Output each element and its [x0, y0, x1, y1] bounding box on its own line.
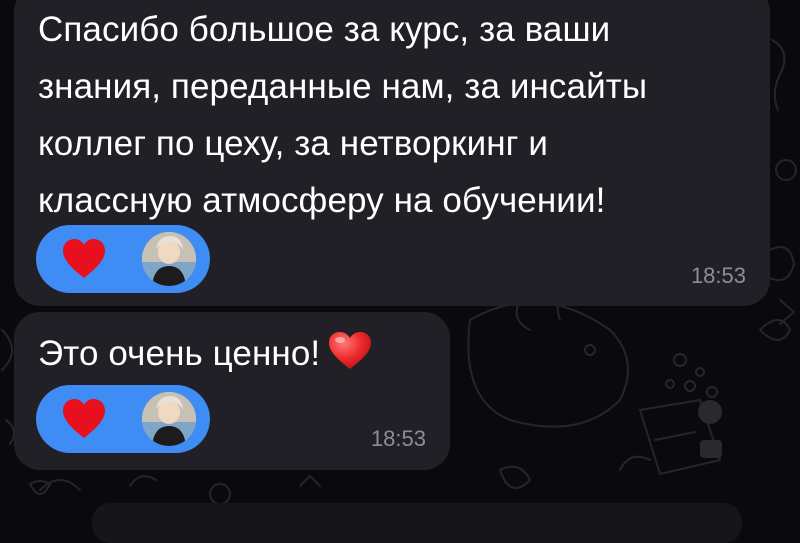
message-time: 18:53	[370, 426, 426, 451]
message-bubble[interactable]: Спасибо большое за курс, за ваши знания,…	[14, 0, 770, 306]
avatar[interactable]	[142, 232, 196, 286]
message-text: Это очень ценно!	[38, 334, 321, 373]
reaction-badge[interactable]	[36, 385, 210, 453]
message-time: 18:53	[690, 263, 746, 288]
next-message-bubble[interactable]	[92, 503, 742, 543]
message-text: Спасибо большое за курс, за ваши знания,…	[38, 10, 648, 220]
avatar-photo	[142, 232, 196, 286]
heart-icon	[63, 239, 105, 278]
reaction-badge[interactable]	[36, 225, 210, 293]
heart-icon	[63, 399, 105, 438]
heart-emoji-icon	[329, 332, 372, 369]
message-text-row: Это очень ценно!	[38, 325, 448, 382]
avatar[interactable]	[142, 392, 196, 446]
avatar-photo	[142, 392, 196, 446]
message-bubble[interactable]: Это очень ценно! 18:53	[14, 312, 450, 470]
